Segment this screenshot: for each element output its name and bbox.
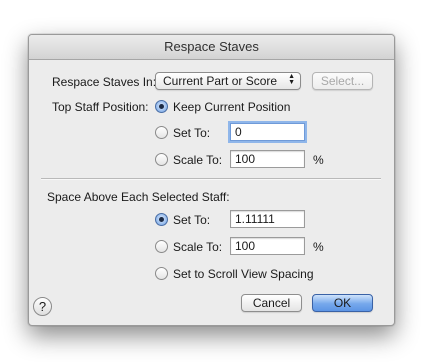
space-scale-to-label: Scale To: xyxy=(173,240,223,254)
respace-staves-dialog: Respace Staves Respace Staves In: Curren… xyxy=(28,34,395,326)
space-set-to-label: Set To: xyxy=(173,213,211,227)
space-percent-label: % xyxy=(313,240,324,254)
scroll-view-spacing-label: Set to Scroll View Spacing xyxy=(173,267,314,281)
respace-staves-in-label: Respace Staves In: xyxy=(52,75,157,89)
top-set-to-radio[interactable] xyxy=(155,126,168,139)
chevron-updown-icon: ▲ ▼ xyxy=(288,73,295,86)
respace-scope-value: Current Part or Score xyxy=(163,74,278,88)
top-set-to-label: Set To: xyxy=(173,126,211,140)
top-staff-position-label: Top Staff Position: xyxy=(52,100,149,114)
space-set-to-input[interactable]: 1.11111 xyxy=(230,210,305,228)
scroll-view-spacing-radio[interactable] xyxy=(155,267,168,280)
space-set-to-radio[interactable] xyxy=(155,213,168,226)
section-divider xyxy=(41,178,381,180)
cancel-button[interactable]: Cancel xyxy=(241,294,302,312)
top-percent-label: % xyxy=(313,153,324,167)
top-scale-to-label: Scale To: xyxy=(173,153,223,167)
space-scale-to-input[interactable]: 100 xyxy=(230,237,305,255)
select-button[interactable]: Select... xyxy=(312,72,373,90)
top-scale-to-input[interactable]: 100 xyxy=(230,150,305,168)
keep-current-position-label: Keep Current Position xyxy=(173,100,291,114)
top-set-to-input[interactable]: 0 xyxy=(230,123,305,141)
space-scale-to-radio[interactable] xyxy=(155,240,168,253)
keep-current-position-radio[interactable] xyxy=(155,100,168,113)
space-above-label: Space Above Each Selected Staff: xyxy=(47,190,230,204)
top-scale-to-radio[interactable] xyxy=(155,153,168,166)
help-button[interactable]: ? xyxy=(33,297,52,316)
dialog-title: Respace Staves xyxy=(29,35,394,60)
respace-scope-select[interactable]: Current Part or Score ▲ ▼ xyxy=(155,72,301,90)
ok-button[interactable]: OK xyxy=(312,294,373,312)
